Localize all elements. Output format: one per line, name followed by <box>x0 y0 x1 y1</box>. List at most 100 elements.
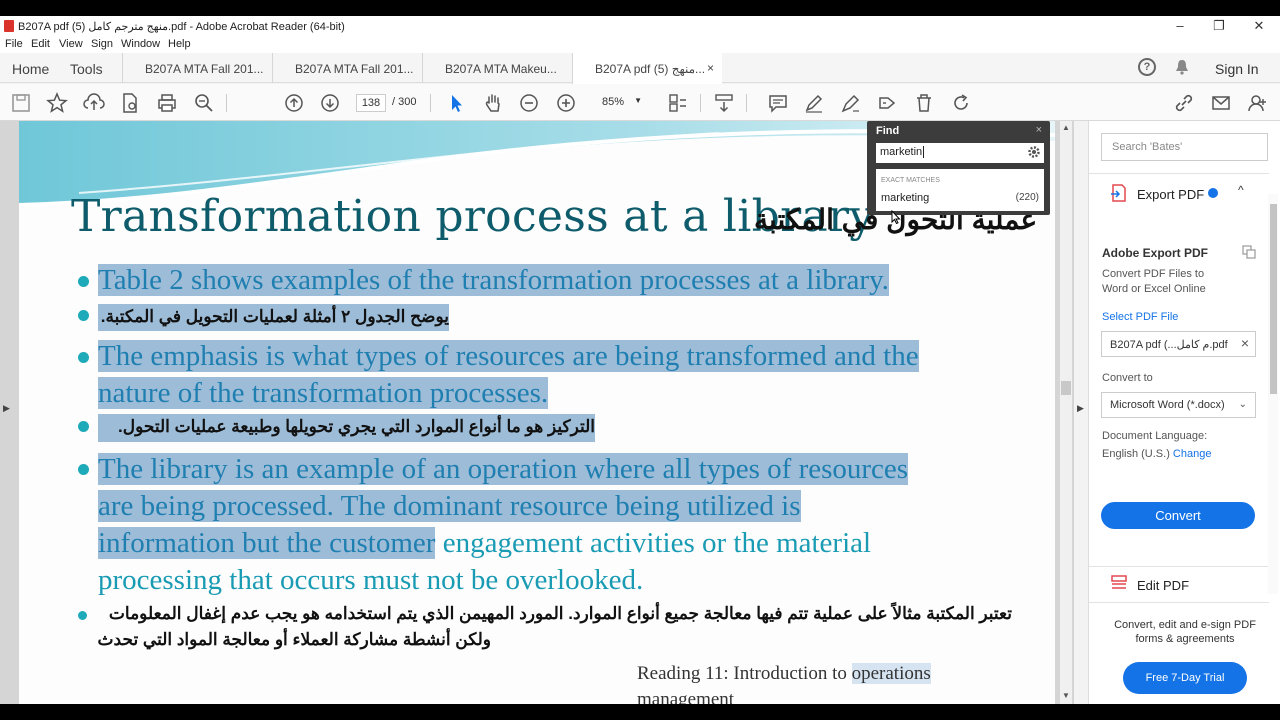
rotate-icon[interactable] <box>950 92 972 114</box>
para2-english-line2[interactable]: nature of the transformation processes. <box>98 377 549 409</box>
menu-view[interactable]: View <box>59 38 83 50</box>
close-tab-button[interactable]: × <box>707 61 714 75</box>
para3-english-line3-rest[interactable]: engagement activities or the material <box>435 527 871 559</box>
home-link[interactable]: Home <box>12 61 49 77</box>
help-icon[interactable]: ? <box>1138 58 1156 76</box>
doc-tab-label: B207A MTA Makeu... <box>445 62 557 76</box>
doc-tab-label: B207A MTA Fall 201... <box>295 62 414 76</box>
window-title: B207A pdf (5) منهج مترجم كامل.pdf - Adob… <box>18 21 345 33</box>
edit-pdf-icon <box>1111 575 1127 589</box>
bell-icon[interactable] <box>1175 59 1189 75</box>
star-icon[interactable] <box>46 92 68 114</box>
link-icon[interactable] <box>1173 92 1195 114</box>
selected-file-field[interactable]: B207A pdf (...م كامل.pdf × <box>1101 331 1256 357</box>
scroll-thumb[interactable] <box>1061 381 1071 395</box>
document-scrollbar[interactable]: ▲ ▼ <box>1060 121 1072 704</box>
previous-page-icon[interactable] <box>283 92 305 114</box>
menu-window[interactable]: Window <box>121 38 160 50</box>
convert-button[interactable]: Convert <box>1101 502 1255 529</box>
acrobat-pdf-icon <box>4 20 14 32</box>
para1-english[interactable]: Table 2 shows examples of the transforma… <box>98 264 889 296</box>
find-match-item[interactable]: marketing <box>881 192 929 204</box>
bullet <box>78 421 89 432</box>
copy-icon[interactable] <box>1242 245 1256 259</box>
para1-arabic[interactable]: يوضح الجدول ٢ أمثلة لعمليات التحويل في ا… <box>98 304 449 331</box>
screen-bottom-edge <box>0 704 1280 720</box>
file-search-icon[interactable] <box>119 92 141 114</box>
text-caret <box>923 146 925 158</box>
zoom-out-icon[interactable] <box>518 92 540 114</box>
doc-tab-active[interactable]: B207A pdf (5) منهج... × <box>572 53 722 84</box>
find-popup: Find × marketin EXACT MATCHES marketing … <box>867 121 1050 215</box>
trash-icon[interactable] <box>913 92 935 114</box>
hand-tool-icon[interactable] <box>482 92 504 114</box>
para3-english-line3-selected[interactable]: information but the customer <box>98 527 436 559</box>
doc-tab-2[interactable]: B207A MTA Fall 201... <box>272 53 422 83</box>
results-section-header: EXACT MATCHES <box>881 177 940 184</box>
select-cursor-icon[interactable] <box>446 92 468 114</box>
panel-scrollbar[interactable] <box>1268 194 1278 594</box>
mail-icon[interactable] <box>1210 92 1232 114</box>
scroll-up-icon[interactable]: ▲ <box>1062 123 1070 132</box>
export-pdf-title[interactable]: Export PDF <box>1137 187 1204 202</box>
convert-format-select[interactable]: Microsoft Word (*.docx) ⌄ <box>1101 392 1256 418</box>
menu-edit[interactable]: Edit <box>31 38 50 50</box>
gear-icon[interactable] <box>1027 145 1041 159</box>
stamp-icon[interactable] <box>876 92 898 114</box>
para2-arabic[interactable]: التركيز هو ما أنواع الموارد التي يجري تح… <box>98 414 595 442</box>
zoom-in-icon[interactable] <box>555 92 577 114</box>
sign-pen-icon[interactable] <box>840 92 862 114</box>
para3-arabic-line1[interactable]: تعتبر المكتبة مثالاً على عملية تتم فيها … <box>98 604 1012 624</box>
page-number-input[interactable]: 138 <box>356 94 386 112</box>
doc-tab-label: B207A pdf (5) منهج... <box>595 62 706 76</box>
next-page-icon[interactable] <box>319 92 341 114</box>
bates-search-input[interactable]: Search 'Bates' <box>1101 133 1268 161</box>
edit-pdf-title[interactable]: Edit PDF <box>1137 578 1189 593</box>
scroll-mode-icon[interactable] <box>713 92 735 114</box>
find-input[interactable]: marketin <box>876 143 1044 163</box>
panel-scroll-thumb[interactable] <box>1270 204 1277 394</box>
close-find-button[interactable]: × <box>1036 124 1042 136</box>
remove-file-button[interactable]: × <box>1241 335 1249 351</box>
print-icon[interactable] <box>156 92 178 114</box>
export-description: Convert PDF Files to Word or Excel Onlin… <box>1102 268 1206 295</box>
expand-right-panel-icon[interactable]: ▶ <box>1077 403 1084 414</box>
close-window-button[interactable]: ✕ <box>1249 18 1269 34</box>
para2-english-line1[interactable]: The emphasis is what types of resources … <box>98 340 919 372</box>
chevron-up-icon[interactable]: ^ <box>1238 183 1244 197</box>
highlight-pen-icon[interactable] <box>803 92 825 114</box>
adobe-export-heading: Adobe Export PDF <box>1102 246 1209 260</box>
save-icon[interactable] <box>10 92 32 114</box>
footer-highlight: operations <box>851 663 931 684</box>
para3-english-line1[interactable]: The library is an example of an operatio… <box>98 453 909 485</box>
divider <box>1089 602 1269 603</box>
export-pdf-icon <box>1111 184 1126 202</box>
menu-file[interactable]: File <box>5 38 23 50</box>
collapse-left-icon[interactable]: ▶ <box>3 403 10 414</box>
chevron-down-icon: ⌄ <box>1238 399 1247 410</box>
sign-in-button[interactable]: Sign In <box>1215 61 1259 77</box>
menu-help[interactable]: Help <box>168 38 191 50</box>
bullet <box>78 310 89 321</box>
zoom-search-icon[interactable] <box>193 92 215 114</box>
change-language-link[interactable]: Change <box>1173 448 1212 460</box>
scroll-down-icon[interactable]: ▼ <box>1062 691 1070 700</box>
doc-tab-3[interactable]: B207A MTA Makeu... <box>422 53 572 83</box>
para3-english-line2[interactable]: are being processed. The dominant resour… <box>98 490 801 522</box>
free-trial-button[interactable]: Free 7-Day Trial <box>1123 662 1247 694</box>
para3-arabic-line2[interactable]: ولكن أنشطة مشاركة العملاء أو معالجة المو… <box>98 630 491 650</box>
share-user-icon[interactable] <box>1246 92 1268 114</box>
chevron-down-icon: ▼ <box>634 96 642 105</box>
doc-tab-1[interactable]: B207A MTA Fall 201... <box>122 53 272 83</box>
info-icon[interactable] <box>1208 188 1218 198</box>
page-layout-icon[interactable] <box>667 92 689 114</box>
para3-english-line4[interactable]: processing that occurs must not be overl… <box>98 564 643 596</box>
maximize-button[interactable]: ❐ <box>1209 18 1229 34</box>
menu-sign[interactable]: Sign <box>91 38 113 50</box>
tools-link[interactable]: Tools <box>70 61 103 77</box>
comment-icon[interactable] <box>767 92 789 114</box>
zoom-level-dropdown[interactable]: 85% ▼ <box>588 94 646 112</box>
upload-cloud-icon[interactable] <box>83 92 105 114</box>
minimize-button[interactable]: – <box>1170 18 1190 34</box>
language-label: Document Language: <box>1102 430 1208 442</box>
